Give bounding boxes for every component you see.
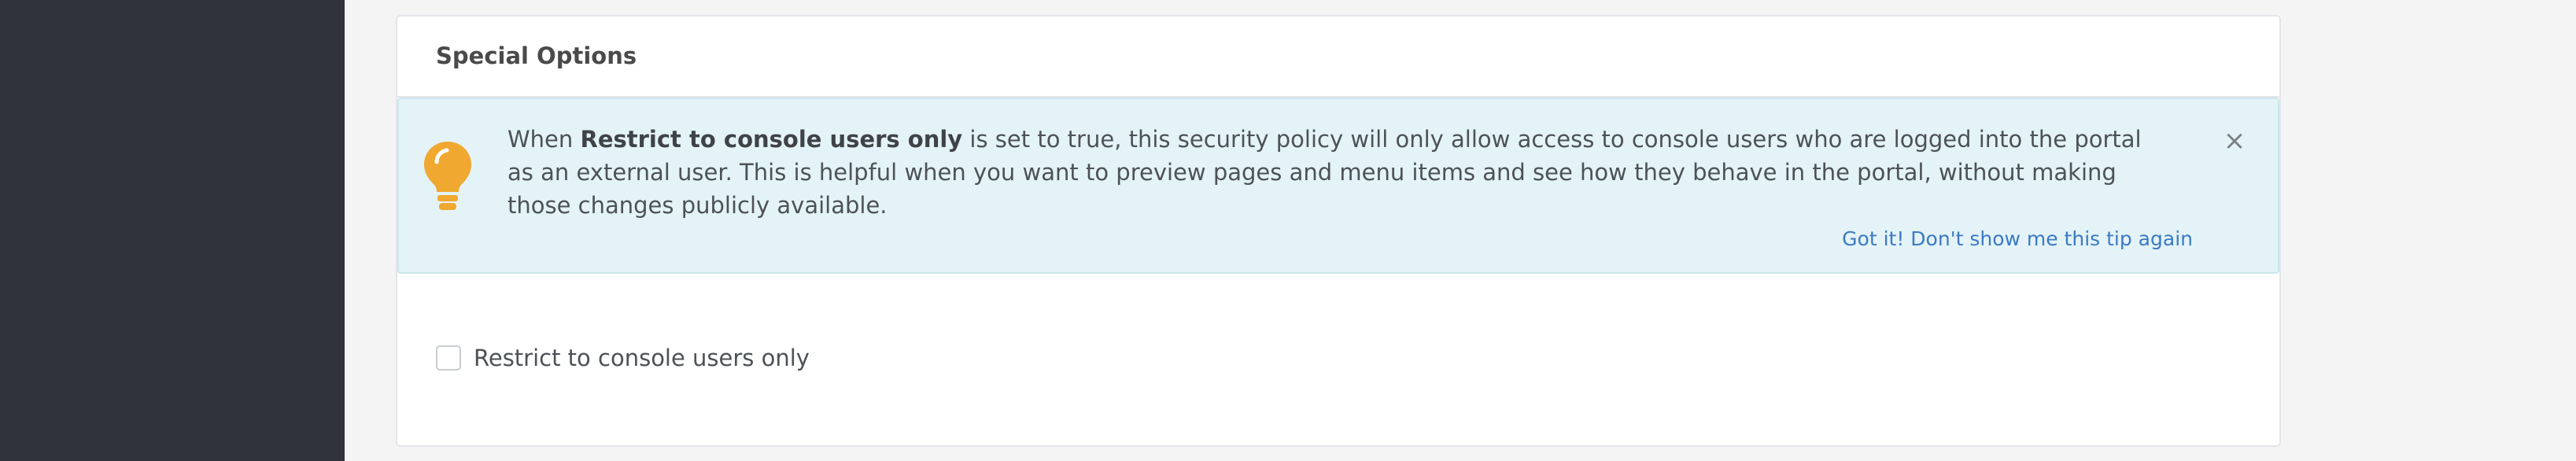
card-title: Special Options	[436, 42, 637, 69]
restrict-console-label[interactable]: Restrict to console users only	[474, 344, 810, 372]
sidebar	[0, 0, 345, 461]
lightbulb-icon	[424, 142, 471, 210]
tip-banner: When Restrict to console users only is s…	[397, 98, 2279, 274]
restrict-console-checkbox[interactable]	[436, 345, 461, 371]
tip-message: When Restrict to console users only is s…	[507, 123, 2168, 222]
close-icon[interactable]: ×	[2223, 127, 2246, 154]
dismiss-tip-link[interactable]: Got it! Don't show me this tip again	[1842, 227, 2193, 252]
special-options-card: Special Options When Restrict to console…	[396, 15, 2281, 447]
restrict-option-row: Restrict to console users only	[436, 342, 810, 374]
tip-text-before: When	[507, 126, 581, 153]
tip-text-bold: Restrict to console users only	[580, 126, 963, 153]
